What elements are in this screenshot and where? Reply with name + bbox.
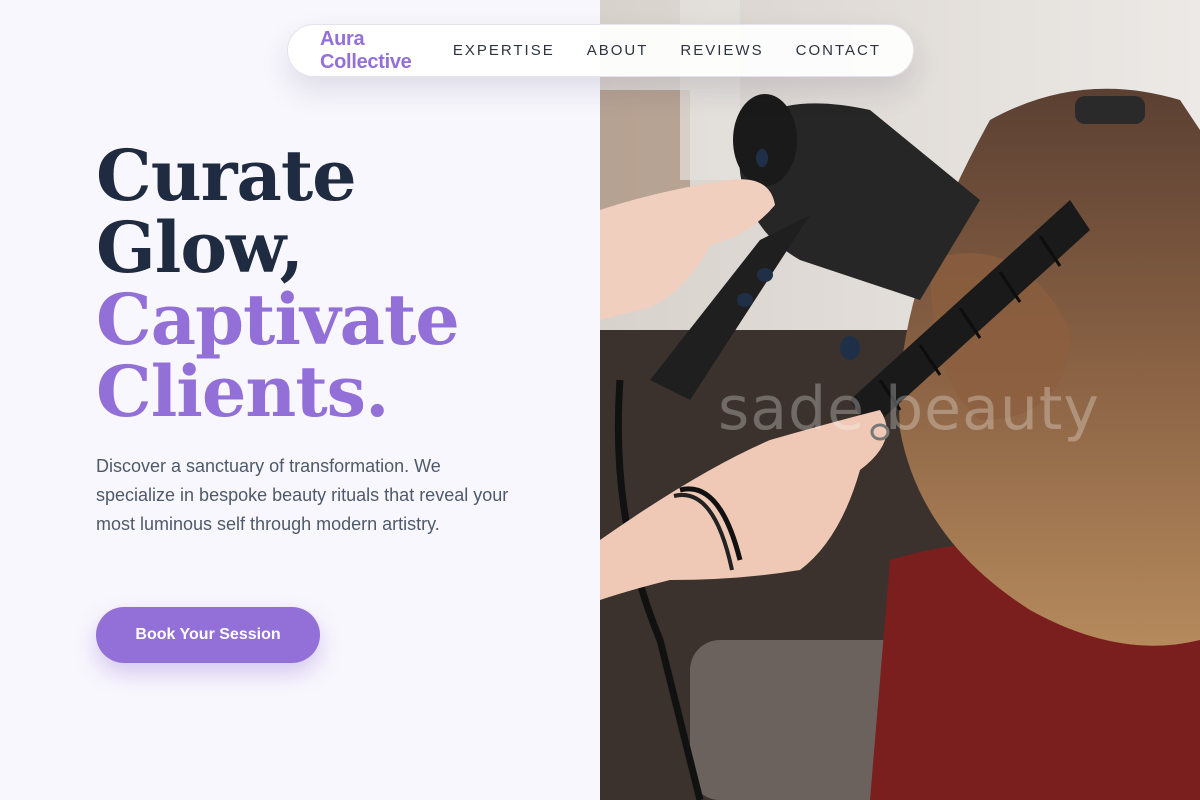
hero-text-panel: Curate Glow, Captivate Clients. Discover… — [0, 0, 600, 800]
nav-link-expertise[interactable]: EXPERTISE — [453, 42, 555, 59]
headline-line-3: Captivate — [96, 278, 460, 361]
headline-line-2: Glow, — [96, 206, 304, 289]
page: Curate Glow, Captivate Clients. Discover… — [0, 0, 1200, 800]
nav-link-about[interactable]: ABOUT — [587, 42, 649, 59]
nav-link-contact[interactable]: CONTACT — [796, 42, 881, 59]
hero-photo: sade beauty — [600, 0, 1200, 800]
brand-logo[interactable]: Aura Collective — [320, 28, 421, 74]
hero-description: Discover a sanctuary of transformation. … — [96, 456, 509, 534]
top-navigation: Aura Collective EXPERTISE ABOUT REVIEWS … — [287, 24, 914, 77]
nav-link-reviews[interactable]: REVIEWS — [680, 42, 763, 59]
headline-line-1: Curate — [96, 134, 357, 217]
hero-headline: Curate Glow, Captivate Clients. — [96, 134, 460, 433]
headline-line-4: Clients. — [96, 350, 389, 433]
book-session-button[interactable]: Book Your Session — [96, 607, 320, 663]
image-watermark: sade beauty — [718, 374, 1100, 444]
